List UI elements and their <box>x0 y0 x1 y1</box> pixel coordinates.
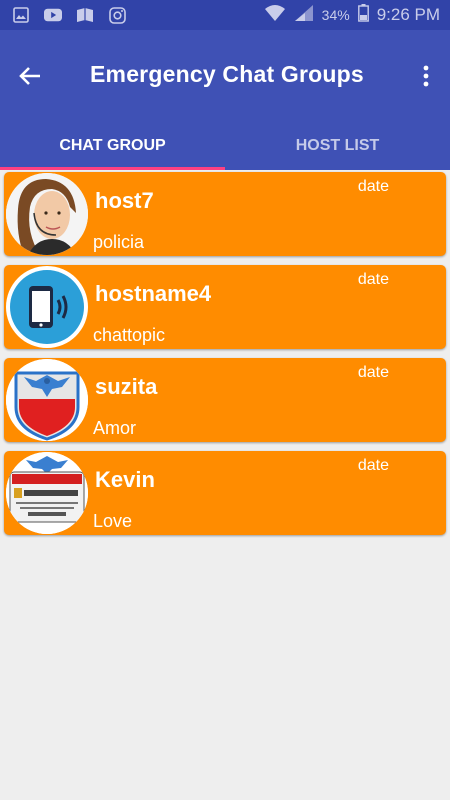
tab-indicator <box>0 167 225 170</box>
youtube-icon <box>44 6 62 24</box>
more-vert-icon <box>423 65 429 87</box>
group-date: date <box>357 178 389 195</box>
avatar <box>6 266 88 348</box>
chat-group-card[interactable]: suzita Amor date <box>4 358 446 442</box>
battery-percent: 34% <box>321 7 350 23</box>
chat-group-list: host7 policia date hostname4 chattopic d… <box>4 172 446 544</box>
gallery-icon <box>12 6 30 24</box>
status-bar: 34% 9:26 PM <box>0 0 450 30</box>
group-date: date <box>357 364 389 381</box>
group-name: hostname4 <box>95 281 212 306</box>
chat-group-card[interactable]: hostname4 chattopic date <box>4 265 446 349</box>
group-topic: policia <box>93 232 145 252</box>
group-topic: chattopic <box>93 325 166 345</box>
chat-group-card[interactable]: Kevin Love date <box>4 451 446 535</box>
group-date: date <box>357 271 389 288</box>
warning-security-sign <box>6 452 88 534</box>
instagram-icon <box>108 6 126 24</box>
play-books-icon <box>76 6 94 24</box>
group-date: date <box>357 457 389 474</box>
group-topic: Amor <box>93 418 137 438</box>
woman-headset-photo <box>6 173 88 255</box>
avatar <box>6 359 88 441</box>
battery-icon <box>357 3 369 27</box>
page-title: Emergency Chat Groups <box>90 61 364 87</box>
avatar <box>6 452 88 534</box>
app-toolbar: Emergency Chat Groups <box>0 30 450 122</box>
tab-host-list[interactable]: HOST LIST <box>225 122 450 170</box>
back-button[interactable] <box>14 60 46 92</box>
tab-chat-group[interactable]: CHAT GROUP <box>0 122 225 170</box>
phone-signal-icon <box>10 270 84 344</box>
group-name: host7 <box>95 188 154 213</box>
overflow-menu-button[interactable] <box>416 60 436 92</box>
arrow-left-icon <box>19 67 40 85</box>
group-topic: Love <box>93 511 133 531</box>
wifi-icon <box>264 4 286 27</box>
eagle-shield-icon <box>6 359 88 441</box>
signal-icon <box>294 4 314 27</box>
clock: 9:26 PM <box>376 5 440 24</box>
avatar <box>6 173 88 255</box>
group-name: suzita <box>95 374 158 399</box>
group-name: Kevin <box>95 467 155 492</box>
tab-bar: CHAT GROUP HOST LIST <box>0 122 450 170</box>
chat-group-card[interactable]: host7 policia date <box>4 172 446 256</box>
